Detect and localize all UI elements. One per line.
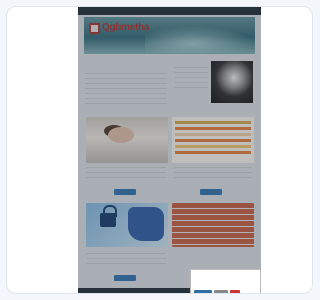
table-row [175, 139, 251, 142]
card-text-lines [174, 167, 252, 181]
card-button[interactable] [200, 189, 222, 195]
side-text-lines [174, 67, 208, 91]
table-row [175, 145, 251, 148]
face-shape [108, 127, 134, 143]
card-button[interactable] [114, 189, 136, 195]
table-row [175, 121, 251, 124]
europe-map-shape [128, 207, 164, 241]
logo-icon [89, 23, 100, 34]
security-image [86, 203, 168, 247]
preview-card[interactable]: Qgbmetha [6, 6, 313, 294]
bricks-image [172, 203, 254, 247]
table-row [175, 127, 251, 130]
horse-image [211, 61, 253, 103]
card-text-lines [86, 167, 166, 181]
cookie-accept-button[interactable] [194, 290, 212, 293]
intro-text-lines [85, 73, 167, 105]
hero-banner: Qgbmetha [84, 17, 255, 54]
table-row [175, 133, 251, 136]
wave-graphic [145, 23, 255, 53]
cookie-banner [190, 269, 261, 293]
card-text-lines [86, 253, 166, 267]
cookie-reject-button[interactable] [230, 290, 240, 293]
lock-icon [100, 205, 117, 227]
website-thumbnail[interactable]: Qgbmetha [78, 7, 261, 293]
table-preview [172, 117, 254, 163]
card-button[interactable] [114, 275, 136, 281]
table-row [175, 151, 251, 154]
sleeping-woman-image [86, 117, 168, 163]
top-bar [78, 7, 261, 15]
cookie-settings-button[interactable] [214, 290, 228, 293]
logo-text: Qgbmetha [102, 22, 150, 33]
